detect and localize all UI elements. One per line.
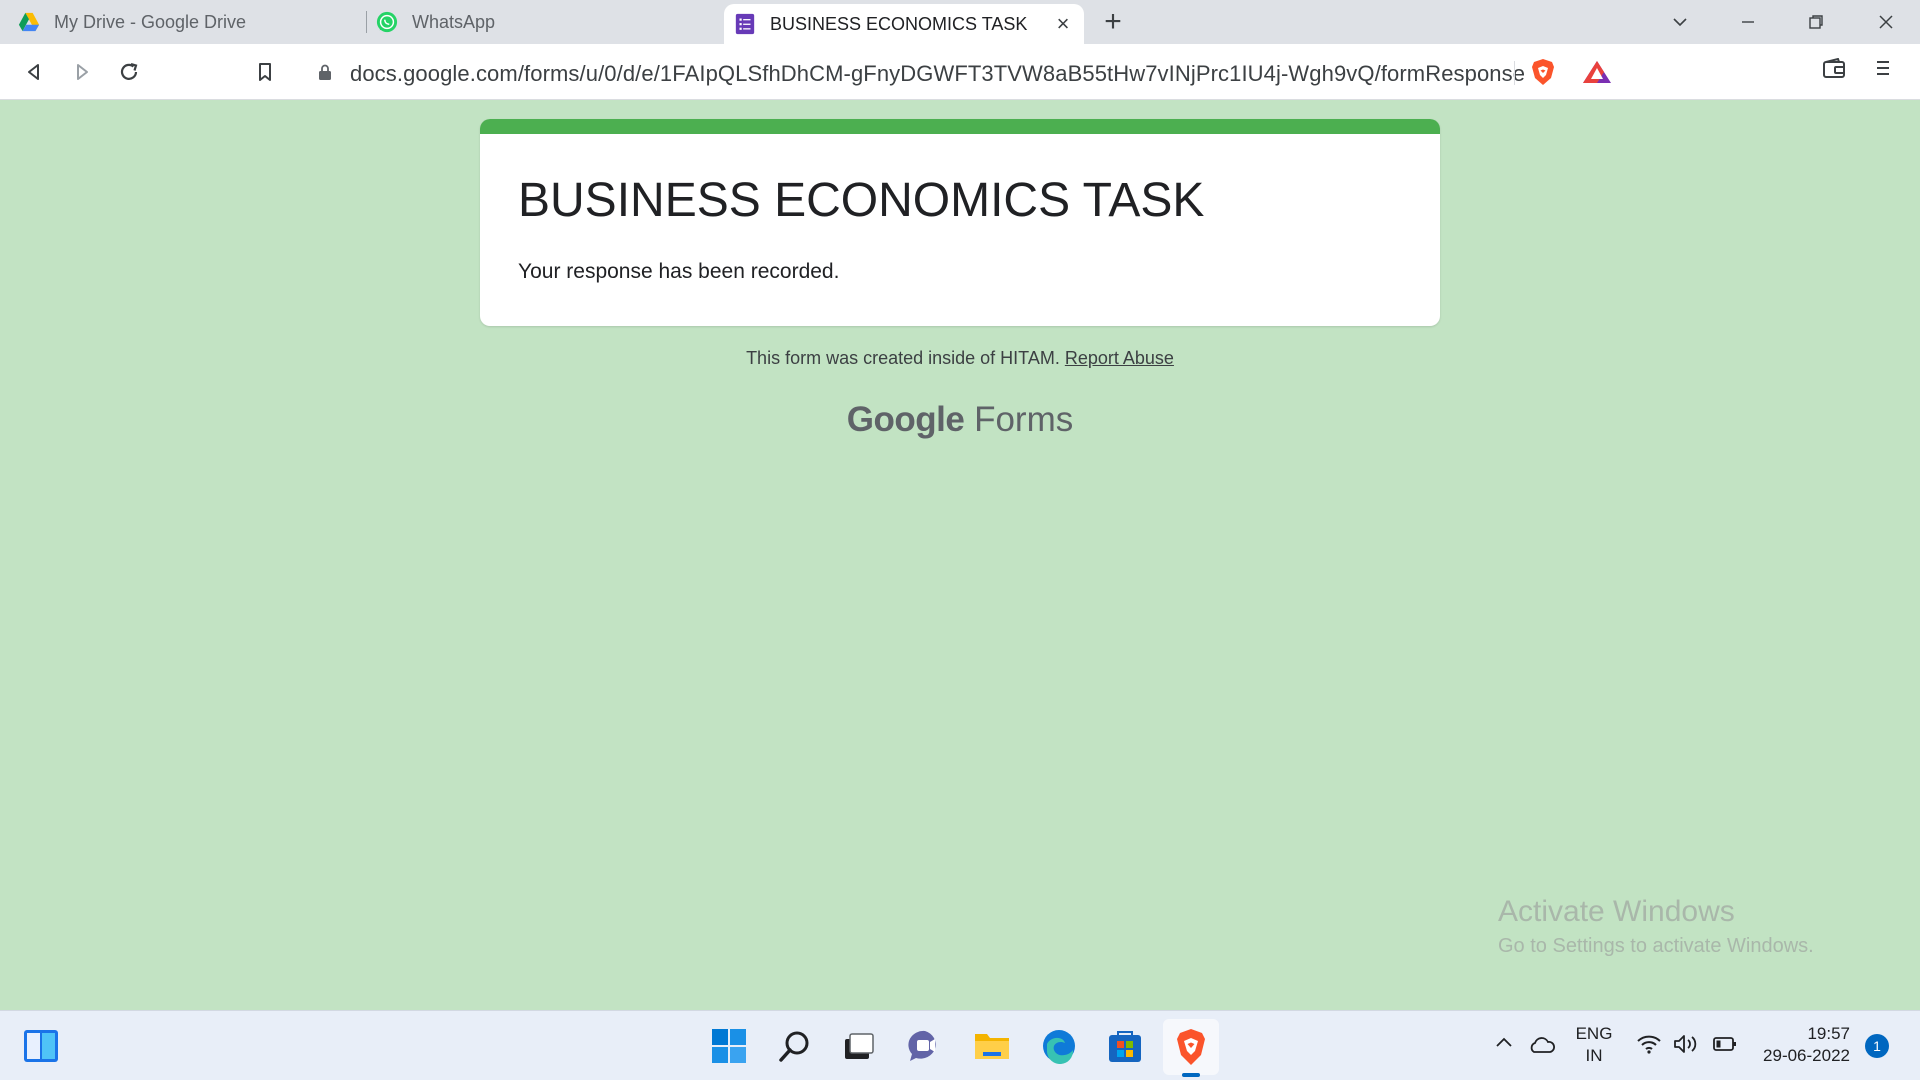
url-text[interactable]: docs.google.com/forms/u/0/d/e/1FAIpQLSfh… [350,61,1525,87]
network-button[interactable] [1636,1033,1662,1055]
tab-title: BUSINESS ECONOMICS TASK [770,13,1028,34]
restore-icon[interactable] [1796,6,1836,38]
onedrive-button[interactable] [1528,1035,1556,1055]
edge-icon [1043,1030,1075,1064]
google-forms-icon [735,13,755,35]
teams-chat-icon [908,1030,936,1061]
store-button[interactable] [1104,1025,1146,1067]
lock-icon [319,64,331,80]
activate-windows-watermark: Activate Windows Go to Settings to activ… [1498,895,1814,958]
wifi-icon [1637,1035,1661,1054]
chat-button[interactable] [904,1025,946,1067]
clock-time: 19:57 [1807,1024,1850,1043]
google-drive-icon [18,12,40,32]
whatsapp-icon [376,11,398,33]
bookmark-button[interactable] [249,56,281,88]
tab-business-economics-task[interactable]: BUSINESS ECONOMICS TASK × [724,4,1084,44]
google-wordmark: Google [846,400,965,439]
reload-icon [120,62,138,80]
wallet-icon [1823,57,1845,78]
form-accent-bar [480,119,1440,134]
forms-wordmark: Forms [974,400,1074,439]
forward-icon [77,64,88,80]
widgets-icon [24,1030,58,1062]
back-button[interactable] [18,56,50,88]
tab-separator [366,11,367,33]
taskbar: ENG IN 19:57 29-06-2022 1 [0,1010,1920,1080]
edge-button[interactable] [1038,1025,1080,1067]
hamburger-menu-icon [1877,61,1889,75]
notification-badge[interactable]: 1 [1865,1034,1889,1058]
battery-button[interactable] [1712,1035,1738,1053]
google-forms-logo[interactable]: Google Forms [0,400,1920,440]
clock[interactable]: 19:57 29-06-2022 [1748,1023,1850,1067]
bookmark-icon [259,63,271,81]
minimize-icon[interactable] [1728,6,1768,38]
start-icon [712,1029,746,1063]
watermark-subtitle: Go to Settings to activate Windows. [1498,935,1814,957]
close-window-icon[interactable] [1866,6,1906,38]
widgets-button[interactable] [20,1025,62,1067]
back-icon [28,64,39,80]
volume-icon [1674,1035,1697,1053]
brave-icon [1177,1029,1205,1065]
browser-toolbar: docs.google.com/forms/u/0/d/e/1FAIpQLSfh… [0,44,1920,100]
clock-date: 29-06-2022 [1763,1046,1850,1065]
forward-button[interactable] [66,56,98,88]
close-tab-icon[interactable]: × [1052,13,1074,35]
omnibox-separator [1514,61,1515,85]
input-language-indicator[interactable]: ENG IN [1572,1023,1616,1067]
tab-google-drive[interactable]: My Drive - Google Drive [18,0,363,44]
brave-shields-icon[interactable] [1530,58,1556,86]
address-bar[interactable]: docs.google.com/forms/u/0/d/e/1FAIpQLSfh… [298,52,1622,92]
report-abuse-link[interactable]: Report Abuse [1065,348,1174,368]
brave-taskbar-button[interactable] [1163,1019,1219,1077]
form-title: BUSINESS ECONOMICS TASK [518,174,1205,227]
battery-icon [1713,1037,1736,1051]
task-view-button[interactable] [838,1025,880,1067]
response-recorded-message: Your response has been recorded. [518,260,840,283]
search-button[interactable] [774,1025,816,1067]
search-icon [779,1031,809,1062]
language-code: ENG [1575,1024,1613,1043]
tab-strip: My Drive - Google Drive WhatsApp BUSINES… [0,0,1920,44]
file-explorer-button[interactable] [971,1025,1013,1067]
onedrive-cloud-icon [1530,1037,1555,1053]
volume-button[interactable] [1672,1033,1700,1055]
start-button[interactable] [708,1025,750,1067]
reload-button[interactable] [113,56,145,88]
tab-title: My Drive - Google Drive [54,11,247,32]
tab-search-icon[interactable] [1660,6,1700,38]
task-view-icon [845,1033,874,1059]
chevron-up-icon [1496,1037,1512,1047]
form-response-card: BUSINESS ECONOMICS TASK Your response ha… [480,119,1440,326]
file-explorer-icon [975,1034,1009,1059]
tab-title: WhatsApp [412,11,496,32]
show-hidden-icons-button[interactable] [1494,1035,1514,1049]
form-created-text: This form was created inside of HITAM. [746,348,1060,368]
tab-whatsapp[interactable]: WhatsApp [376,0,716,44]
menu-button[interactable] [1874,58,1892,83]
brave-rewards-icon[interactable] [1582,60,1612,84]
language-region: IN [1585,1046,1603,1065]
store-icon [1109,1031,1141,1062]
new-tab-button[interactable]: + [1098,7,1128,38]
watermark-title: Activate Windows [1498,895,1735,928]
active-app-indicator [1182,1073,1200,1077]
form-footer-note: This form was created inside of HITAM. R… [0,348,1920,369]
wallet-button[interactable] [1822,57,1846,85]
